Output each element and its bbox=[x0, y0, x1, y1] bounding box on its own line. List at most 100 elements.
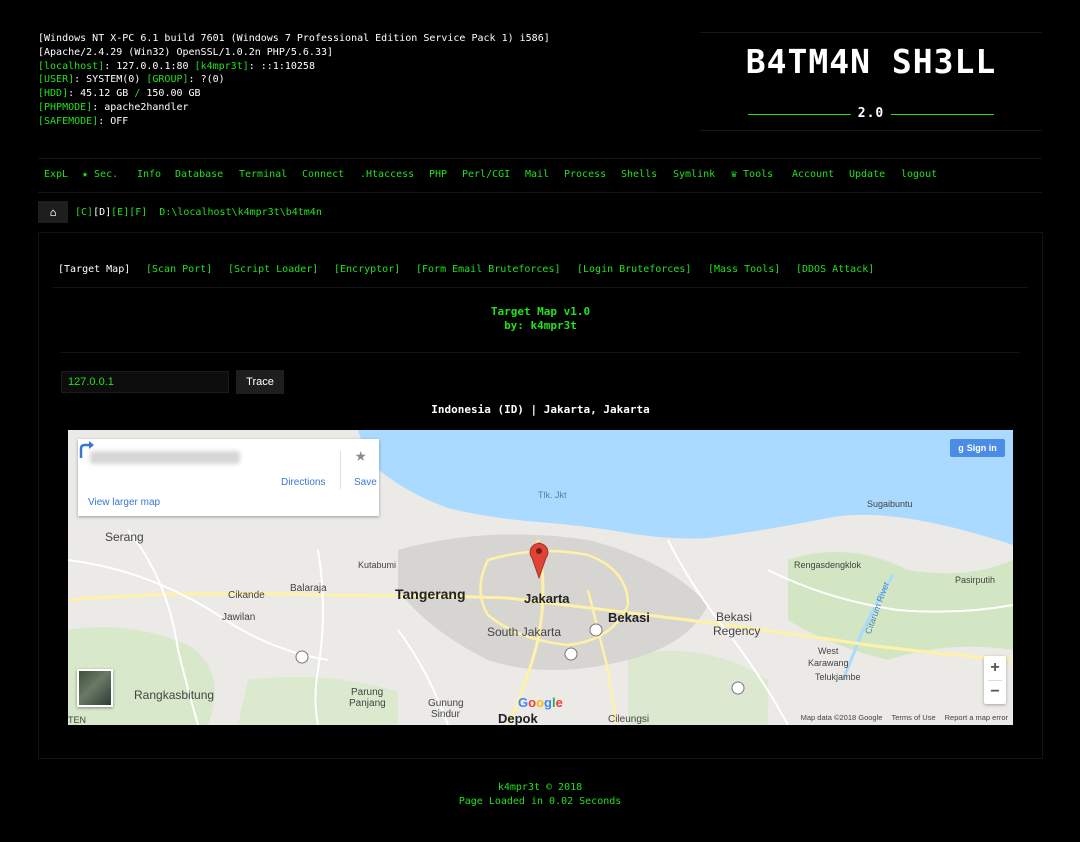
tool-tab-script-loader[interactable]: [Script Loader] bbox=[228, 264, 318, 275]
target-map-author: by: k4mpr3t bbox=[504, 319, 577, 332]
map-place-label: Bekasi bbox=[608, 610, 650, 625]
zoom-out-button[interactable]: − bbox=[984, 680, 1006, 704]
map-place-label: Rengasdengklok bbox=[794, 560, 862, 570]
nav-item-mail[interactable]: Mail bbox=[525, 169, 549, 180]
zoom-control: + − bbox=[984, 656, 1006, 704]
directions-icon[interactable] bbox=[78, 439, 96, 459]
map-place-label: Bekasi bbox=[716, 610, 753, 624]
sysinfo-value: : OFF bbox=[98, 115, 129, 127]
map-place-label: Cileungsi bbox=[608, 714, 650, 725]
sysinfo-line: [Apache/2.4.29 (Win32) OpenSSL/1.0.2n PH… bbox=[38, 46, 550, 60]
ip-input[interactable] bbox=[61, 371, 229, 393]
trace-result: Indonesia (ID) | Jakarta, Jakarta bbox=[431, 403, 650, 416]
directions-link[interactable]: Directions bbox=[281, 477, 325, 488]
google-map[interactable]: Tlk. Jkt Sugaibuntu Serang Kutabumi Rengasde… bbox=[68, 430, 1013, 725]
sysinfo-key: [k4mpr3t] bbox=[194, 60, 249, 72]
divider bbox=[61, 352, 1020, 353]
sysinfo-key: [SAFEMODE] bbox=[38, 115, 99, 127]
drive-link[interactable]: [C] bbox=[75, 207, 93, 218]
drive-link[interactable]: [D] bbox=[93, 207, 111, 218]
nav-item-logout[interactable]: logout bbox=[901, 169, 937, 180]
sysinfo-value: : 45.12 GB bbox=[68, 88, 135, 100]
drive-link[interactable]: [E] bbox=[111, 207, 129, 218]
path-bar: [C][D][E][F] D:\localhost\k4mpr3t\b4tm4n bbox=[75, 207, 322, 218]
logo-version: 2.0 bbox=[850, 106, 892, 121]
nav-item-connect[interactable]: Connect bbox=[302, 169, 344, 180]
map-place-label: Regency bbox=[713, 624, 761, 638]
google-logo: Google bbox=[518, 695, 563, 710]
map-place-label: Karawang bbox=[808, 658, 849, 668]
drive-link[interactable]: [F] bbox=[129, 207, 147, 218]
sysinfo-line: [Windows NT X-PC 6.1 build 7601 (Windows… bbox=[38, 32, 550, 46]
logo-title: B4TM4N SH3LL bbox=[745, 42, 997, 81]
sysinfo-key: [PHPMODE] bbox=[38, 101, 93, 113]
tool-tab-ddos-attack[interactable]: [DDOS Attack] bbox=[796, 264, 874, 275]
sysinfo-key: [GROUP] bbox=[146, 74, 189, 86]
sysinfo-line: [HDD]: 45.12 GB / 150.00 GB bbox=[38, 87, 550, 101]
sysinfo-value: 150.00 GB bbox=[140, 88, 201, 100]
map-place-label: South Jakarta bbox=[487, 625, 562, 639]
map-place-label: Telukjambe bbox=[815, 672, 861, 682]
nav-item-process[interactable]: Process bbox=[564, 169, 606, 180]
sysinfo-line: [PHPMODE]: apache2handler bbox=[38, 101, 550, 115]
map-place-label: Sindur bbox=[431, 709, 460, 720]
nav-item-symlink[interactable]: Symlink bbox=[673, 169, 715, 180]
map-place-label: Gunung bbox=[428, 698, 464, 709]
map-place-label: Rangkasbitung bbox=[134, 688, 215, 702]
footer: k4mpr3t © 2018 Page Loaded in 0.02 Secon… bbox=[0, 781, 1080, 809]
map-place-label: West bbox=[818, 646, 839, 656]
map-place-label: Tangerang bbox=[395, 586, 466, 602]
nav-item-php[interactable]: PHP bbox=[429, 169, 447, 180]
view-larger-map-link[interactable]: View larger map bbox=[88, 497, 160, 508]
nav-item-terminal[interactable]: Terminal bbox=[239, 169, 287, 180]
sysinfo-line: [USER]: SYSTEM(0) [GROUP]: ?(0) bbox=[38, 73, 550, 87]
current-path[interactable]: D:\localhost\k4mpr3t\b4tm4n bbox=[159, 207, 322, 218]
nav-item-account[interactable]: Account bbox=[792, 169, 834, 180]
google-plus-icon: g bbox=[958, 443, 964, 453]
home-button[interactable]: ⌂ bbox=[38, 201, 68, 223]
map-place-label: Kutabumi bbox=[358, 560, 397, 570]
map-info-card: Directions ★ Save View larger map bbox=[78, 439, 379, 516]
tool-tab-scan-port[interactable]: [Scan Port] bbox=[146, 264, 212, 275]
sysinfo-value: : ?(0) bbox=[188, 74, 225, 86]
map-attribution: Map data ©2018 Google Terms of Use Report … bbox=[801, 713, 1008, 722]
map-data-credit: Map data ©2018 Google bbox=[800, 713, 883, 722]
map-place-label: Sugaibuntu bbox=[867, 499, 913, 509]
sysinfo-value: : ::1:10258 bbox=[248, 60, 315, 72]
map-place-label: TEN bbox=[68, 715, 86, 725]
tool-tab-form-email-bruteforces[interactable]: [Form Email Bruteforces] bbox=[416, 264, 561, 275]
nav-item-expl[interactable]: ExpL bbox=[44, 169, 68, 180]
nav-item-htaccess[interactable]: .Htaccess bbox=[360, 169, 414, 180]
sysinfo-value: : SYSTEM(0) bbox=[74, 74, 147, 86]
tool-tab-target-map[interactable]: [Target Map] bbox=[58, 264, 130, 275]
nav-item-tools[interactable]: ♛ Tools bbox=[731, 169, 773, 180]
nav-item-sec[interactable]: ★ Sec. bbox=[82, 169, 118, 180]
nav-item-perl-cgi[interactable]: Perl/CGI bbox=[462, 169, 510, 180]
tool-tab-mass-tools[interactable]: [Mass Tools] bbox=[708, 264, 780, 275]
tools-menu: [Target Map] [Scan Port] [Script Loader] [E… bbox=[58, 264, 1018, 286]
nav-item-update[interactable]: Update bbox=[849, 169, 885, 180]
map-signin-button[interactable]: g Sign in bbox=[950, 439, 1005, 457]
nav-item-database[interactable]: Database bbox=[175, 169, 223, 180]
logo: B4TM4N SH3LL 2.0 bbox=[700, 32, 1042, 131]
divider bbox=[53, 287, 1028, 288]
map-attribution-link[interactable]: Report a map error bbox=[945, 713, 1008, 722]
trace-button[interactable]: Trace bbox=[236, 370, 284, 394]
nav-item-shells[interactable]: Shells bbox=[621, 169, 657, 180]
zoom-in-button[interactable]: + bbox=[984, 656, 1006, 680]
home-icon: ⌂ bbox=[49, 205, 57, 219]
tool-tab-encryptor[interactable]: [Encryptor] bbox=[334, 264, 400, 275]
nav-item-info[interactable]: Info bbox=[137, 169, 161, 180]
tool-tab-login-bruteforces[interactable]: [Login Bruteforces] bbox=[577, 264, 691, 275]
map-place-label: Jawilan bbox=[222, 612, 256, 623]
sysinfo-value: : 127.0.0.1:80 bbox=[104, 60, 195, 72]
divider bbox=[340, 451, 341, 489]
star-icon[interactable]: ★ bbox=[355, 444, 366, 466]
footer-load-time: Page Loaded in 0.02 Seconds bbox=[458, 796, 622, 807]
map-place-label: Parung bbox=[351, 687, 384, 698]
map-attribution-link[interactable]: Terms of Use bbox=[891, 713, 935, 722]
satellite-toggle[interactable] bbox=[77, 669, 113, 707]
map-place-label: Cikande bbox=[228, 590, 265, 601]
sysinfo-key: [localhost] bbox=[38, 60, 105, 72]
save-link[interactable]: Save bbox=[354, 477, 377, 488]
